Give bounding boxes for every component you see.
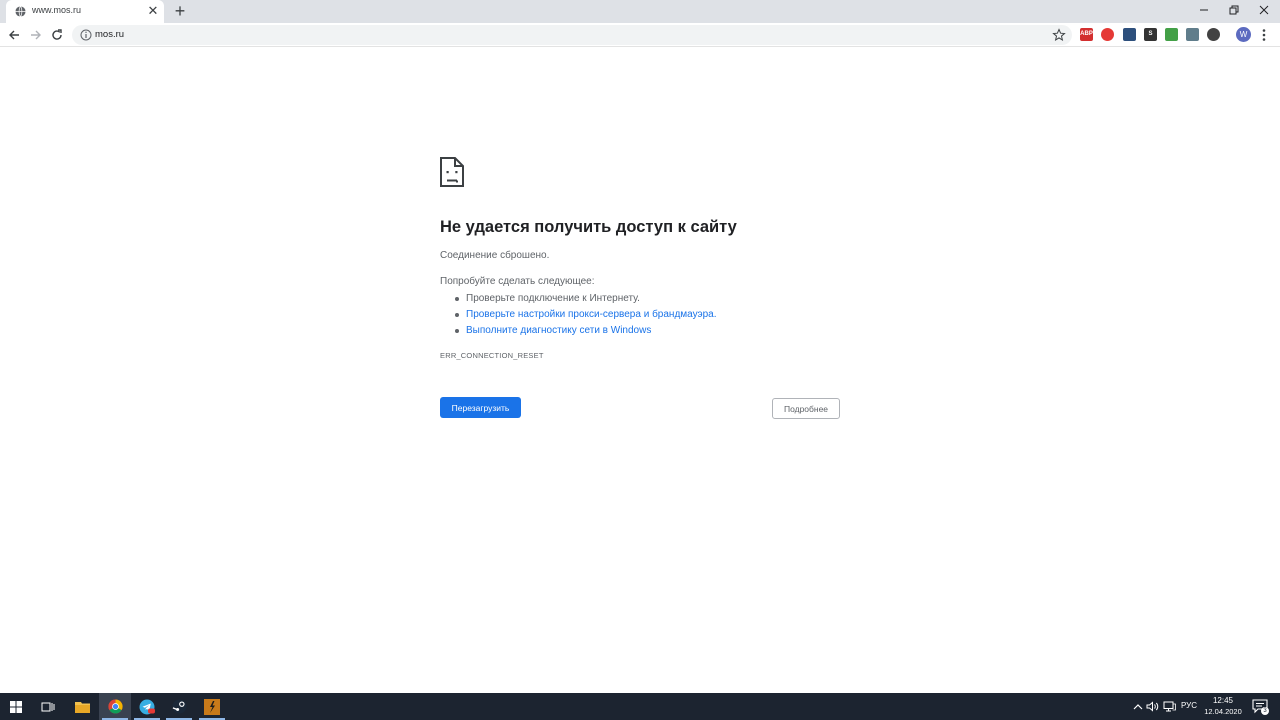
address-bar[interactable]: mos.ru	[72, 25, 1072, 45]
volume-icon	[1146, 701, 1159, 712]
suggestions-label: Попробуйте сделать следующее:	[440, 276, 595, 287]
tab-title: www.mos.ru	[32, 5, 82, 15]
extension-green-icon[interactable]	[1165, 28, 1178, 41]
chevron-up-icon	[1133, 703, 1142, 709]
opera-red-icon[interactable]	[1101, 28, 1114, 41]
language-indicator[interactable]: РУС	[1181, 701, 1197, 710]
extension-shield-icon[interactable]	[1207, 28, 1220, 41]
browser-window: www.mos.ru ✕ + mos.ru ABP S W Не удается…	[0, 0, 1280, 720]
tab-close-icon[interactable]: ✕	[147, 4, 159, 17]
clock-time: 12:45	[1212, 696, 1234, 705]
close-window-button[interactable]	[1249, 0, 1279, 20]
chrome-button[interactable]	[99, 693, 131, 720]
task-view-icon	[41, 702, 55, 711]
volume-button[interactable]	[1146, 700, 1159, 713]
reload-page-button[interactable]: Перезагрузить	[440, 397, 521, 418]
menu-dots-icon[interactable]	[1258, 28, 1270, 42]
new-tab-button[interactable]: +	[170, 1, 190, 21]
telegram-icon	[139, 699, 155, 714]
task-view-button[interactable]	[32, 693, 64, 720]
chrome-icon	[107, 699, 123, 714]
tab-strip: www.mos.ru ✕ +	[0, 0, 1280, 23]
list-item: Проверьте настройки прокси-сервера и бра…	[455, 307, 717, 323]
extension-s-icon[interactable]: S	[1144, 28, 1157, 41]
arrow-left-icon	[9, 30, 19, 40]
network-icon	[1163, 701, 1176, 712]
list-item: Выполните диагностику сети в Windows	[455, 323, 717, 339]
star-icon[interactable]	[1052, 28, 1066, 42]
error-subtitle: Соединение сброшено.	[440, 250, 550, 261]
minimize-button[interactable]	[1189, 0, 1219, 20]
suggestion-check-proxy-link[interactable]: Проверьте настройки прокси-сервера и бра…	[466, 309, 717, 320]
close-icon	[1259, 5, 1269, 15]
extension-photo-icon[interactable]	[1186, 28, 1199, 41]
globe-icon	[15, 6, 26, 17]
reload-icon	[52, 29, 62, 40]
extension-s-label: S	[1148, 31, 1153, 37]
tab-mos-ru[interactable]: www.mos.ru ✕	[6, 0, 164, 23]
game-icon	[204, 698, 220, 715]
steam-icon	[171, 699, 187, 714]
list-item: Проверьте подключение к Интернету.	[455, 291, 717, 307]
clock[interactable]: 12:45 12.04.2020	[1202, 696, 1244, 717]
error-title: Не удается получить доступ к сайту	[440, 218, 737, 236]
forward-button[interactable]	[27, 26, 45, 44]
abp-icon[interactable]: ABP	[1080, 28, 1093, 41]
suggestions-list: Проверьте подключение к Интернету. Прове…	[455, 291, 717, 339]
minimize-icon	[1200, 9, 1208, 11]
file-explorer-icon	[74, 702, 90, 713]
clock-date: 12.04.2020	[1204, 707, 1242, 716]
reload-button[interactable]	[48, 26, 66, 44]
sad-page-icon	[440, 157, 464, 187]
steam-button[interactable]	[163, 693, 195, 720]
back-button[interactable]	[5, 26, 23, 44]
profile-avatar[interactable]: W	[1236, 27, 1251, 42]
telegram-button[interactable]	[131, 693, 163, 720]
windows-taskbar: РУС 12:45 12.04.2020 3	[0, 693, 1280, 720]
tray-overflow-button[interactable]	[1131, 700, 1144, 713]
extension-mail-icon[interactable]	[1123, 28, 1136, 41]
info-icon[interactable]	[80, 29, 92, 41]
suggestion-check-connection: Проверьте подключение к Интернету.	[466, 293, 640, 304]
file-explorer-button[interactable]	[66, 693, 98, 720]
browser-toolbar: mos.ru ABP S W	[0, 23, 1280, 47]
restore-icon	[1229, 5, 1239, 15]
details-button[interactable]: Подробнее	[772, 398, 840, 419]
abp-icon-label: ABP	[1080, 31, 1093, 37]
suggestion-diagnostics-link[interactable]: Выполните диагностику сети в Windows	[466, 325, 651, 336]
game-button[interactable]	[196, 693, 228, 720]
network-button[interactable]	[1163, 700, 1176, 713]
url-text[interactable]: mos.ru	[95, 29, 124, 40]
error-code: ERR_CONNECTION_RESET	[440, 351, 544, 360]
error-page: Не удается получить доступ к сайту Соеди…	[0, 48, 1280, 693]
restore-button[interactable]	[1219, 0, 1249, 20]
start-icon	[10, 700, 22, 713]
start-button[interactable]	[0, 693, 32, 720]
arrow-right-icon	[31, 30, 41, 40]
notification-count-badge: 3	[1261, 707, 1269, 715]
